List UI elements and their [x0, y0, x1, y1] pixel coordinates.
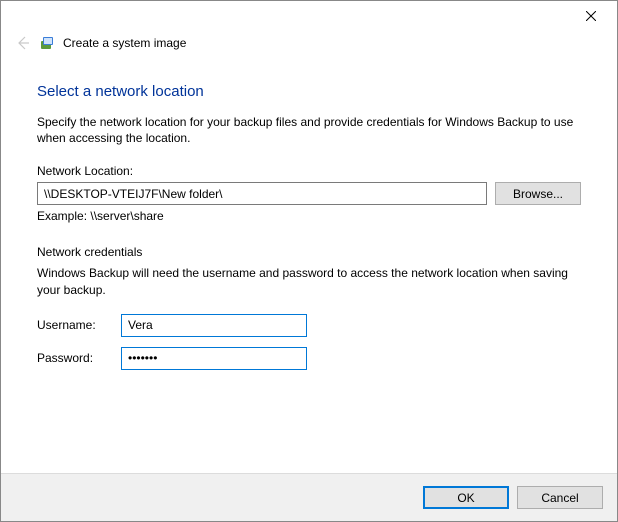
content-area: Select a network location Specify the ne…: [1, 59, 617, 388]
titlebar: [1, 1, 617, 31]
username-label: Username:: [37, 318, 121, 332]
network-location-label: Network Location:: [37, 164, 581, 178]
back-button[interactable]: [15, 35, 31, 51]
close-button[interactable]: [571, 2, 611, 30]
page-heading: Select a network location: [37, 83, 581, 100]
dialog-footer: OK Cancel: [1, 473, 617, 521]
back-arrow-icon: [15, 35, 31, 51]
close-icon: [586, 11, 596, 21]
username-input[interactable]: [121, 314, 307, 337]
cancel-button[interactable]: Cancel: [517, 486, 603, 509]
network-location-input[interactable]: [37, 182, 487, 205]
wizard-icon: [39, 35, 55, 51]
credentials-heading: Network credentials: [37, 245, 581, 259]
password-label: Password:: [37, 351, 121, 365]
page-description: Specify the network location for your ba…: [37, 114, 581, 146]
wizard-title: Create a system image: [63, 36, 186, 50]
password-input[interactable]: [121, 347, 307, 370]
example-text: Example: \\server\share: [37, 209, 581, 223]
wizard-header: Create a system image: [1, 31, 617, 59]
credentials-description: Windows Backup will need the username an…: [37, 265, 581, 297]
browse-button[interactable]: Browse...: [495, 182, 581, 205]
ok-button[interactable]: OK: [423, 486, 509, 509]
